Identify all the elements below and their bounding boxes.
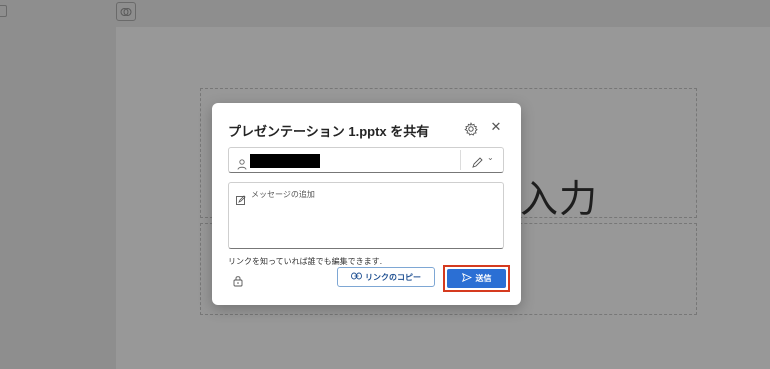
- person-icon: [237, 155, 247, 170]
- title-placeholder-text: 入力: [520, 177, 599, 221]
- send-button-highlight: 送信: [443, 265, 510, 292]
- copy-link-button[interactable]: リンクのコピー: [337, 267, 435, 287]
- message-icon: [236, 190, 246, 205]
- send-icon: [461, 272, 472, 284]
- send-button[interactable]: 送信: [447, 269, 506, 288]
- lock-icon[interactable]: [233, 272, 243, 287]
- panel-toggle-icon[interactable]: [0, 5, 7, 17]
- copy-link-label: リンクのコピー: [365, 272, 421, 282]
- recipient-field[interactable]: ⌄: [228, 147, 504, 173]
- pencil-icon[interactable]: [471, 154, 484, 168]
- share-dialog: プレゼンテーション 1.pptx を共有 ✕ ⌄ メッセージの追加 リンクを知っ…: [212, 103, 521, 305]
- access-note[interactable]: リンクを知っていれば誰でも編集できます.: [228, 256, 382, 267]
- message-placeholder: メッセージの追加: [251, 190, 315, 199]
- close-icon[interactable]: ✕: [488, 120, 504, 136]
- field-divider: [460, 150, 461, 170]
- send-label: 送信: [475, 274, 492, 283]
- gear-icon[interactable]: [464, 121, 480, 137]
- chevron-down-icon[interactable]: ⌄: [487, 153, 494, 162]
- app-toolbar-icon[interactable]: [116, 2, 136, 21]
- dialog-title: プレゼンテーション 1.pptx を共有: [228, 124, 430, 139]
- link-icon: [351, 272, 362, 282]
- message-field[interactable]: メッセージの追加: [228, 182, 504, 249]
- redacted-recipient: [250, 154, 320, 168]
